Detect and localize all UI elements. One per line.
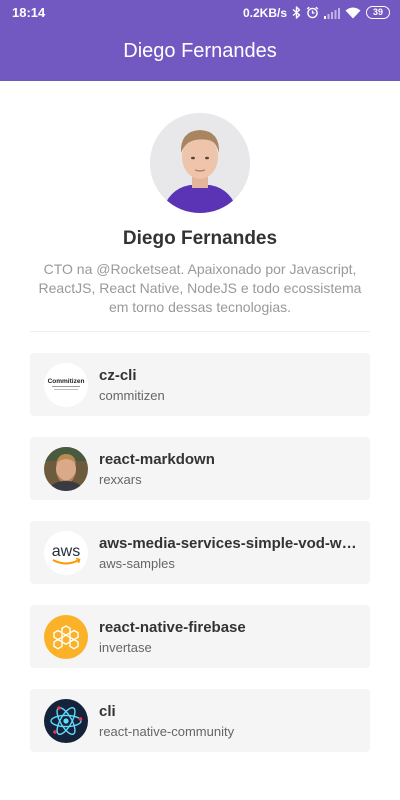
app-header: 18:14 0.2KB/s 39 Diego Fernandes: [0, 0, 400, 81]
repository-item-react-markdown[interactable]: react-markdown rexxars: [30, 437, 370, 500]
signal-icon: [324, 7, 340, 19]
aws-logo: aws: [44, 530, 88, 575]
firebase-hexagon-logo: [44, 614, 88, 659]
divider: [30, 331, 370, 332]
repository-name: cli: [99, 702, 116, 720]
network-speed: 0.2KB/s: [242, 5, 287, 20]
page-title: Diego Fernandes: [123, 40, 277, 62]
profile-name: Diego Fernandes: [122, 228, 278, 249]
repository-list: Commitizen cz-cli commitizen react-markd…: [30, 353, 370, 773]
aws-logo-text: aws: [52, 543, 80, 560]
repository-name: react-markdown: [99, 450, 215, 468]
repository-item-react-native-firebase[interactable]: react-native-firebase invertase: [30, 605, 370, 668]
avatar: [150, 113, 250, 213]
commitizen-logo-text: Commitizen: [48, 378, 85, 385]
battery-level: 39: [372, 7, 383, 17]
repository-item-cli[interactable]: cli react-native-community: [30, 689, 370, 752]
profile-bio: CTO na @Rocketseat. Apaixonado por Javas…: [38, 261, 362, 315]
repository-name: react-native-firebase: [99, 618, 246, 636]
repository-name: aws-media-services-simple-vod-workflow: [99, 534, 358, 552]
rexxars-avatar: [44, 446, 88, 491]
repository-owner: commitizen: [99, 387, 165, 403]
status-time: 18:14: [12, 5, 46, 20]
wifi-icon: [345, 7, 361, 19]
repository-owner: react-native-community: [99, 723, 235, 739]
repository-owner: aws-samples: [99, 555, 175, 571]
status-icons: 0.2KB/s 39: [243, 6, 390, 20]
repository-item-cz-cli[interactable]: Commitizen cz-cli commitizen: [30, 353, 370, 416]
repository-owner: invertase: [99, 639, 152, 655]
battery-icon: 39: [366, 6, 390, 19]
bluetooth-icon: [292, 6, 301, 19]
react-atom-logo: [44, 698, 88, 743]
commitizen-logo: Commitizen: [44, 362, 88, 407]
repository-item-aws-media-services[interactable]: aws aws-media-services-simple-vod-workfl…: [30, 521, 370, 584]
repository-name: cz-cli: [99, 366, 137, 384]
repository-owner: rexxars: [99, 471, 142, 487]
status-bar: 18:14 0.2KB/s 39: [0, 0, 400, 25]
alarm-icon: [306, 6, 319, 19]
